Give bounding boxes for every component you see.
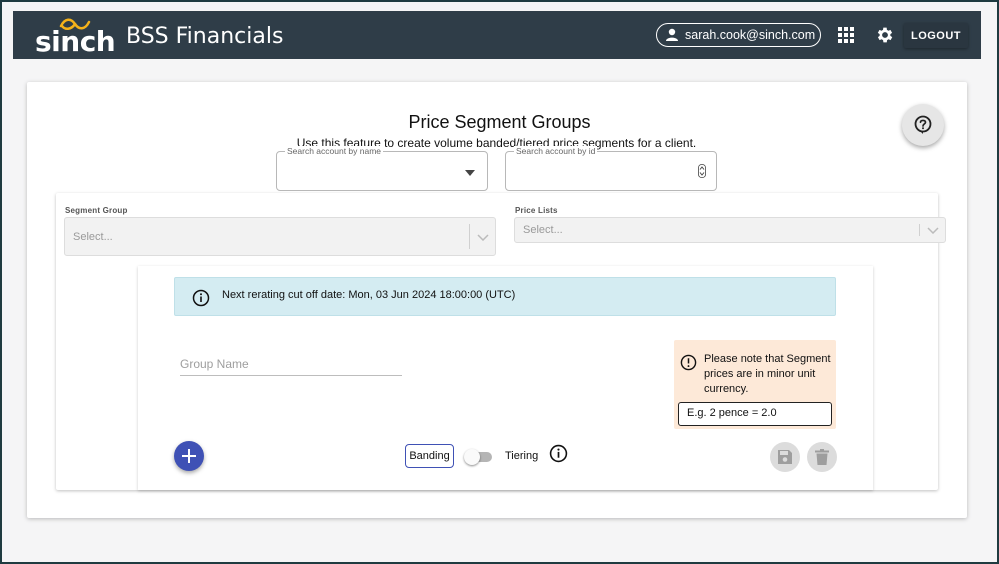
account-id-search-label: Search account by id (514, 146, 598, 156)
price-lists-label: Price Lists (515, 206, 558, 215)
account-name-search[interactable]: Search account by name (276, 146, 488, 191)
select-separator (469, 224, 470, 249)
segment-group-select[interactable]: Select... (64, 217, 496, 256)
rerating-info-alert: Next rerating cut off date: Mon, 03 Jun … (174, 277, 836, 316)
chevron-down-icon (477, 234, 489, 241)
warning-icon (680, 354, 697, 371)
page-subtitle: Use this feature to create volume banded… (296, 136, 697, 150)
user-account-chip[interactable]: sarah.cook@sinch.com (656, 23, 821, 47)
banding-option[interactable]: Banding (405, 444, 454, 468)
brand-wordmark: sinch (35, 25, 116, 58)
gear-icon[interactable] (875, 25, 895, 45)
segment-group-placeholder: Select... (73, 230, 113, 243)
chevron-down-icon (927, 227, 939, 234)
price-lists-select[interactable]: Select... (514, 217, 946, 243)
dropdown-caret-icon[interactable] (465, 170, 475, 176)
save-button[interactable] (770, 442, 800, 472)
price-lists-placeholder: Select... (523, 224, 563, 236)
tiering-option[interactable]: Tiering (505, 450, 538, 462)
page-title: Price Segment Groups (408, 112, 591, 132)
plus-icon (182, 449, 196, 463)
save-icon (778, 450, 792, 464)
minor-unit-warning: Please note that Segment prices are in m… (674, 340, 836, 429)
add-segment-button[interactable] (174, 441, 204, 471)
user-email: sarah.cook@sinch.com (685, 28, 816, 42)
trash-icon (815, 449, 829, 465)
select-separator (919, 224, 920, 236)
banding-tiering-toggle[interactable] (464, 449, 492, 465)
app-title: BSS Financials (126, 24, 284, 49)
help-icon (914, 115, 932, 134)
toggle-thumb (464, 449, 480, 465)
account-name-search-label: Search account by name (285, 146, 384, 156)
info-icon (192, 289, 210, 307)
sinch-logo[interactable]: sinch (35, 17, 116, 58)
help-button[interactable] (902, 104, 944, 146)
user-icon (666, 28, 678, 41)
app-bar: sinch BSS Financials sarah.cook@sinch.co… (13, 11, 981, 59)
segment-group-label: Segment Group (65, 206, 128, 215)
minor-unit-example: E.g. 2 pence = 2.0 (678, 402, 832, 426)
minor-unit-warning-text: Please note that Segment prices are in m… (704, 353, 831, 395)
apps-grid-icon[interactable] (838, 27, 854, 43)
number-spinner-icon[interactable] (698, 164, 706, 178)
account-id-search[interactable]: Search account by id (505, 146, 717, 191)
group-name-input[interactable]: Group Name (180, 357, 402, 376)
delete-button[interactable] (807, 442, 837, 472)
logout-button[interactable]: LOGOUT (904, 23, 968, 48)
rerating-info-text: Next rerating cut off date: Mon, 03 Jun … (222, 289, 516, 301)
tiering-info-icon[interactable] (549, 444, 568, 463)
